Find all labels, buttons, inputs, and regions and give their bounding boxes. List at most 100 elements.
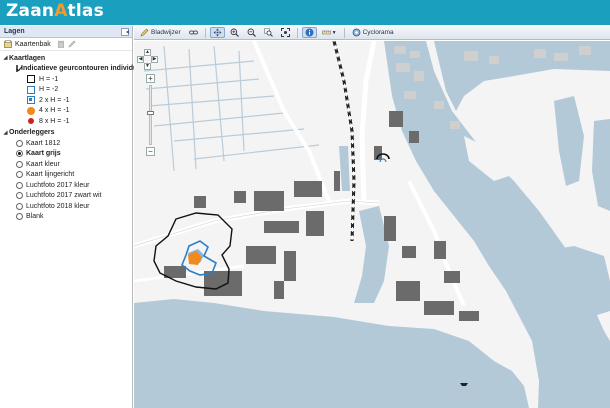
collapse-panel-button[interactable]: [121, 28, 129, 36]
layers-panel: Lagen Kaartenbak ◢ Kaartlagen Indicatiev…: [0, 26, 147, 408]
basemap-option[interactable]: Kaart 1812: [2, 138, 132, 149]
map-view[interactable]: ▲ ◀ ▶ ▼ + −: [134, 41, 610, 408]
cyclorama-icon: [352, 28, 361, 37]
legend-orange-dot-icon: [27, 106, 35, 115]
map-canvas[interactable]: [134, 41, 610, 408]
legend-item: H = -1: [2, 74, 132, 85]
zoom-out-button[interactable]: −: [146, 147, 155, 156]
legend-label: 4 x H = -1: [39, 107, 70, 115]
kaartenbak-icon[interactable]: [4, 40, 12, 48]
full-extent-icon: [280, 28, 290, 37]
logo-text-accent: A: [54, 1, 68, 21]
layers-toolbar: Kaartenbak: [0, 38, 132, 51]
legend-item: 4 x H = -1: [2, 106, 132, 117]
basemap-radio[interactable]: [16, 213, 23, 221]
basemap-radio[interactable]: [16, 150, 23, 158]
onderleggers-title: Onderleggers: [9, 129, 55, 137]
basemap-label: Luchtfoto 2018 kleur: [26, 202, 90, 210]
pan-arrows-icon: [213, 28, 222, 37]
link-button[interactable]: [186, 27, 201, 38]
info-icon: [305, 28, 314, 37]
onderleggers-section-header[interactable]: ◢ Onderleggers: [2, 128, 132, 139]
chevron-down-icon[interactable]: ▼: [332, 30, 337, 36]
pan-tool-button[interactable]: [209, 27, 225, 38]
basemap-option[interactable]: Blank: [2, 212, 132, 223]
basemap-radio[interactable]: [16, 192, 23, 200]
legend-item: 2 x H = -1: [2, 95, 132, 106]
legend-item: 8 x H = -1: [2, 116, 132, 127]
logo-text-part1: Zaan: [6, 1, 55, 21]
layers-panel-title: Lagen: [4, 28, 25, 35]
measure-tool-button[interactable]: ▼: [319, 27, 340, 38]
app-logo[interactable]: ZaanAtlas: [6, 1, 104, 21]
toolbar-separator: [296, 27, 298, 38]
pan-up-button[interactable]: ▲: [144, 49, 151, 56]
pan-right-button[interactable]: ▶: [151, 56, 158, 63]
ruler-icon: [321, 28, 331, 37]
basemap-option[interactable]: Kaart lijngericht: [2, 170, 132, 181]
pencil-icon: [140, 28, 149, 37]
legend-label: H = -1: [39, 75, 59, 83]
legend-blue-square-icon: [27, 85, 35, 94]
basemap-option[interactable]: Kaart kleur: [2, 159, 132, 170]
kaartlagen-section-header[interactable]: ◢ Kaartlagen: [2, 53, 132, 64]
delete-layer-icon[interactable]: [57, 40, 65, 49]
map-toolbar: Bladwijzer ▼ Cyclorama: [134, 26, 610, 40]
full-extent-tool-button[interactable]: [278, 27, 293, 38]
geurcontouren-checkbox[interactable]: [16, 65, 18, 73]
collapse-triangle-icon[interactable]: ◢: [2, 130, 9, 136]
basemap-label: Kaart grijs: [26, 150, 61, 158]
collapse-triangle-icon[interactable]: ◢: [2, 55, 9, 61]
legend-label: 2 x H = -1: [39, 96, 70, 104]
zoom-out-tool-button[interactable]: [244, 27, 259, 38]
basemap-label: Blank: [26, 213, 44, 221]
legend-label: H = -2: [39, 86, 59, 94]
toolbar-separator: [204, 27, 206, 38]
link-icon: [188, 28, 198, 37]
zoom-in-icon: [230, 28, 239, 37]
basemap-radio[interactable]: [16, 139, 23, 147]
basemap-label: Kaart lijngericht: [26, 171, 75, 179]
basemap-label: Luchtfoto 2017 kleur: [26, 181, 90, 189]
zoom-slider[interactable]: [147, 85, 154, 145]
basemap-option[interactable]: Luchtfoto 2017 kleur: [2, 180, 132, 191]
basemap-option[interactable]: Luchtfoto 2017 zwart wit: [2, 191, 132, 202]
edit-layer-icon[interactable]: [68, 40, 76, 48]
toolbar-separator: [343, 27, 345, 38]
zoom-box-icon: [263, 28, 273, 37]
legend-label: 8 x H = -1: [39, 117, 70, 125]
geurcontouren-group[interactable]: Indicatieve geurcontouren individuele: [2, 64, 147, 75]
layer-tree: ◢ Kaartlagen Indicatieve geurcontouren i…: [0, 51, 147, 223]
kaartlagen-title: Kaartlagen: [9, 54, 46, 62]
basemap-label: Kaart kleur: [26, 160, 60, 168]
basemap-radio[interactable]: [16, 171, 23, 179]
basemap-radio[interactable]: [16, 181, 23, 189]
legend-black-square-icon: [27, 75, 35, 84]
bladwijzer-label: Bladwijzer: [151, 29, 181, 36]
basemap-option[interactable]: Kaart grijs: [2, 149, 132, 160]
cyclorama-label: Cyclorama: [362, 29, 394, 36]
legend-blue-filled-square-icon: [27, 96, 35, 105]
zoom-out-icon: [247, 28, 256, 37]
geurcontouren-label: Indicatieve geurcontouren individuele: [21, 65, 148, 73]
zoom-control: + −: [146, 74, 155, 156]
zoom-box-tool-button[interactable]: [261, 27, 276, 38]
pan-down-button[interactable]: ▼: [144, 63, 151, 70]
pan-left-button[interactable]: ◀: [137, 56, 144, 63]
info-tool-button[interactable]: [301, 27, 317, 38]
logo-text-part2: tlas: [67, 1, 104, 21]
legend-red-dot-icon: [28, 118, 34, 125]
layers-panel-header: Lagen: [0, 26, 132, 38]
basemap-label: Kaart 1812: [26, 139, 61, 147]
app-header: ZaanAtlas: [0, 0, 610, 25]
pan-control: ▲ ◀ ▶ ▼: [137, 49, 159, 71]
cyclorama-button[interactable]: Cyclorama: [349, 27, 397, 38]
zoom-in-tool-button[interactable]: [227, 27, 242, 38]
zoom-slider-thumb[interactable]: [147, 111, 154, 115]
zoom-in-button[interactable]: +: [146, 74, 155, 83]
basemap-option[interactable]: Luchtfoto 2018 kleur: [2, 201, 132, 212]
bladwijzer-button[interactable]: Bladwijzer: [137, 27, 184, 38]
kaartenbak-button[interactable]: Kaartenbak: [15, 41, 51, 48]
basemap-radio[interactable]: [16, 160, 23, 168]
basemap-radio[interactable]: [16, 202, 23, 210]
